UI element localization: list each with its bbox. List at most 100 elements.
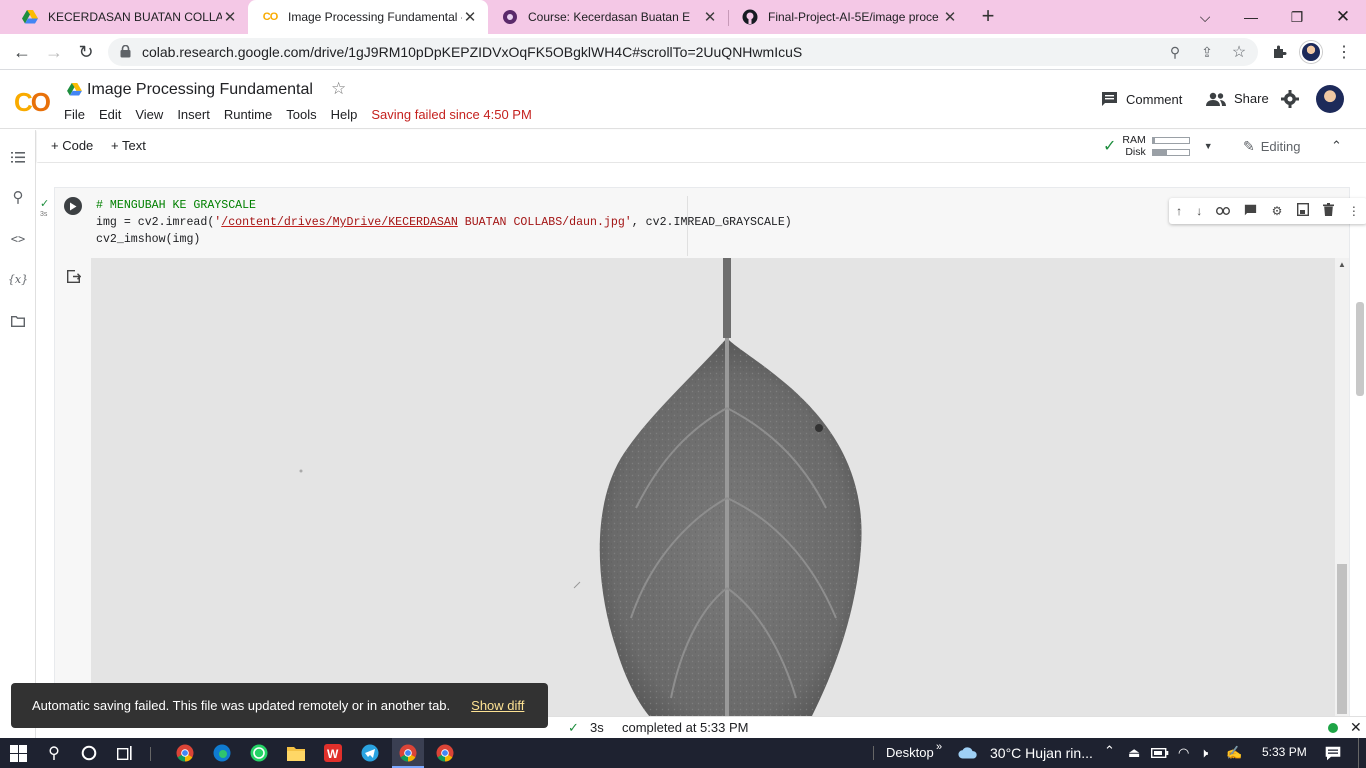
toolbar-expand-icon[interactable]: » bbox=[936, 741, 942, 753]
whatsapp-icon[interactable] bbox=[249, 743, 269, 763]
tab-final-project-github[interactable]: Final-Project-AI-5E/image proce ✕ bbox=[728, 0, 968, 34]
address-bar[interactable]: colab.research.google.com/drive/1gJ9RM10… bbox=[108, 38, 1258, 66]
comment-button[interactable]: Comment bbox=[1101, 91, 1182, 107]
wps-office-icon[interactable]: W bbox=[323, 743, 343, 763]
code-text: cv2_imshow(img) bbox=[96, 233, 201, 246]
forward-arrow-icon[interactable]: → bbox=[40, 38, 68, 66]
editing-mode-button[interactable]: ✎ Editing bbox=[1243, 138, 1300, 155]
tab-course-kecerdasan-buatan[interactable]: Course: Kecerdasan Buatan E ✕ bbox=[488, 0, 728, 34]
tab-search-chevron-icon[interactable]: ⌵ bbox=[1182, 0, 1228, 34]
close-status-icon[interactable]: ✕ bbox=[1350, 719, 1362, 736]
show-diff-link[interactable]: Show diff bbox=[471, 698, 524, 713]
cortana-icon[interactable] bbox=[79, 743, 99, 763]
output-actions-icon[interactable] bbox=[67, 270, 82, 286]
add-text-button[interactable]: + Text bbox=[111, 138, 146, 153]
settings-gear-icon[interactable] bbox=[1281, 90, 1299, 108]
windows-start-icon[interactable] bbox=[8, 743, 28, 763]
menu-edit[interactable]: Edit bbox=[99, 107, 121, 122]
profile-avatar[interactable] bbox=[1300, 41, 1322, 63]
new-tab-button[interactable]: + bbox=[976, 4, 1000, 28]
extensions-puzzle-icon[interactable] bbox=[1266, 38, 1294, 66]
notifications-icon[interactable] bbox=[1323, 743, 1343, 763]
resources-indicator[interactable]: ✓ RAM Disk ▼ bbox=[1103, 132, 1213, 160]
browser-menu-icon[interactable]: ⋮ bbox=[1330, 38, 1358, 66]
menu-bar: File Edit View Insert Runtime Tools Help… bbox=[64, 107, 546, 122]
chrome-profile-icon[interactable] bbox=[435, 743, 455, 763]
tab-title: Image Processing Fundamental - bbox=[288, 10, 462, 24]
output-scrollbar-thumb[interactable] bbox=[1337, 564, 1347, 714]
scroll-up-arrow-icon[interactable]: ▲ bbox=[1338, 260, 1346, 269]
run-cell-button[interactable] bbox=[64, 197, 82, 215]
telegram-icon[interactable] bbox=[360, 743, 380, 763]
move-cell-down-icon[interactable]: ↓ bbox=[1196, 204, 1202, 218]
table-of-contents-icon[interactable] bbox=[9, 148, 27, 166]
mirror-cell-icon[interactable] bbox=[1296, 202, 1309, 219]
battery-icon[interactable] bbox=[1150, 743, 1170, 763]
close-window-button[interactable]: ✕ bbox=[1320, 0, 1366, 34]
saving-status[interactable]: Saving failed since 4:50 PM bbox=[371, 107, 531, 122]
system-clock[interactable]: 5:33 PM bbox=[1262, 745, 1307, 759]
chrome-active-icon[interactable] bbox=[398, 743, 418, 763]
close-tab-icon[interactable]: ✕ bbox=[942, 8, 958, 26]
cloud-weather-icon bbox=[958, 743, 978, 763]
status-completed-time[interactable]: completed at 5:33 PM bbox=[622, 720, 748, 735]
collapse-header-chevron-icon[interactable]: ⌃ bbox=[1331, 138, 1342, 154]
variables-icon[interactable]: {x} bbox=[8, 270, 28, 288]
menu-insert[interactable]: Insert bbox=[177, 107, 210, 122]
tab-image-processing-fundamental[interactable]: CO Image Processing Fundamental - ✕ bbox=[248, 0, 488, 34]
more-options-icon[interactable]: ⋮ bbox=[1348, 204, 1360, 218]
file-explorer-icon[interactable] bbox=[286, 743, 306, 763]
volume-speaker-icon[interactable]: 🕨 bbox=[1200, 745, 1208, 761]
close-tab-icon[interactable]: ✕ bbox=[462, 8, 478, 26]
pen-workspace-icon[interactable]: ✍ bbox=[1226, 745, 1242, 761]
menu-file[interactable]: File bbox=[64, 107, 85, 122]
wifi-icon[interactable]: ◠ bbox=[1178, 745, 1189, 761]
google-drive-icon[interactable] bbox=[67, 83, 82, 99]
cell-gutter bbox=[55, 188, 91, 716]
menu-help[interactable]: Help bbox=[331, 107, 358, 122]
task-view-icon[interactable] bbox=[115, 743, 135, 763]
show-hidden-icons-chevron-icon[interactable]: ⌃ bbox=[1104, 743, 1115, 759]
share-button[interactable]: Share bbox=[1206, 91, 1269, 106]
page-scrollbar-thumb[interactable] bbox=[1356, 302, 1364, 396]
code-editor[interactable]: # MENGUBAH KE GRAYSCALE img = cv2.imread… bbox=[91, 188, 1349, 258]
bookmark-star-icon[interactable]: ☆ bbox=[1230, 43, 1248, 61]
cell-settings-gear-icon[interactable]: ⚙ bbox=[1272, 204, 1283, 218]
close-tab-icon[interactable]: ✕ bbox=[222, 8, 238, 26]
weather-text[interactable]: 30°C Hujan rin... bbox=[990, 745, 1093, 761]
menu-runtime[interactable]: Runtime bbox=[224, 107, 272, 122]
tab-kecerdasan-buatan-collabs[interactable]: KECERDASAN BUATAN COLLABS ✕ bbox=[8, 0, 248, 34]
menu-view[interactable]: View bbox=[135, 107, 163, 122]
search-icon[interactable]: ⚲ bbox=[9, 188, 27, 206]
usb-device-icon[interactable]: ⏏ bbox=[1128, 745, 1140, 761]
restore-button[interactable]: ❐ bbox=[1274, 0, 1320, 34]
move-cell-up-icon[interactable]: ↑ bbox=[1176, 204, 1182, 218]
code-cell[interactable]: # MENGUBAH KE GRAYSCALE img = cv2.imread… bbox=[54, 187, 1366, 718]
show-desktop-button[interactable] bbox=[1358, 738, 1359, 768]
code-string: BUATAN COLLABS/daun.jpg' bbox=[457, 216, 632, 229]
desktop-toolbar-label[interactable]: Desktop bbox=[886, 745, 934, 760]
account-avatar[interactable] bbox=[1316, 85, 1344, 113]
zoom-search-icon[interactable]: ⚲ bbox=[1166, 43, 1184, 61]
back-arrow-icon[interactable]: ← bbox=[8, 38, 36, 66]
star-icon[interactable]: ☆ bbox=[331, 79, 346, 99]
delete-cell-icon[interactable] bbox=[1322, 203, 1334, 219]
resources-dropdown-icon[interactable]: ▼ bbox=[1204, 141, 1213, 151]
notebook-title[interactable]: Image Processing Fundamental bbox=[87, 81, 313, 99]
search-icon[interactable]: ⚲ bbox=[44, 743, 64, 763]
minimize-button[interactable]: — bbox=[1228, 0, 1274, 34]
code-snippets-icon[interactable]: <> bbox=[9, 230, 27, 248]
menu-tools[interactable]: Tools bbox=[286, 107, 316, 122]
add-code-button[interactable]: + Code bbox=[51, 138, 93, 153]
chrome-icon[interactable] bbox=[175, 743, 195, 763]
add-comment-icon[interactable] bbox=[1244, 204, 1257, 219]
close-tab-icon[interactable]: ✕ bbox=[702, 8, 718, 26]
edge-icon[interactable] bbox=[212, 743, 232, 763]
left-sidebar: ⚲ <> {x} bbox=[0, 130, 36, 738]
reload-icon[interactable]: ↻ bbox=[72, 38, 100, 66]
files-folder-icon[interactable] bbox=[9, 312, 27, 330]
share-page-icon[interactable]: ⇪ bbox=[1198, 43, 1216, 61]
link-to-cell-icon[interactable] bbox=[1216, 204, 1231, 218]
colab-logo[interactable]: CO bbox=[14, 87, 51, 118]
output-scrollbar[interactable]: ▲ bbox=[1335, 258, 1349, 718]
